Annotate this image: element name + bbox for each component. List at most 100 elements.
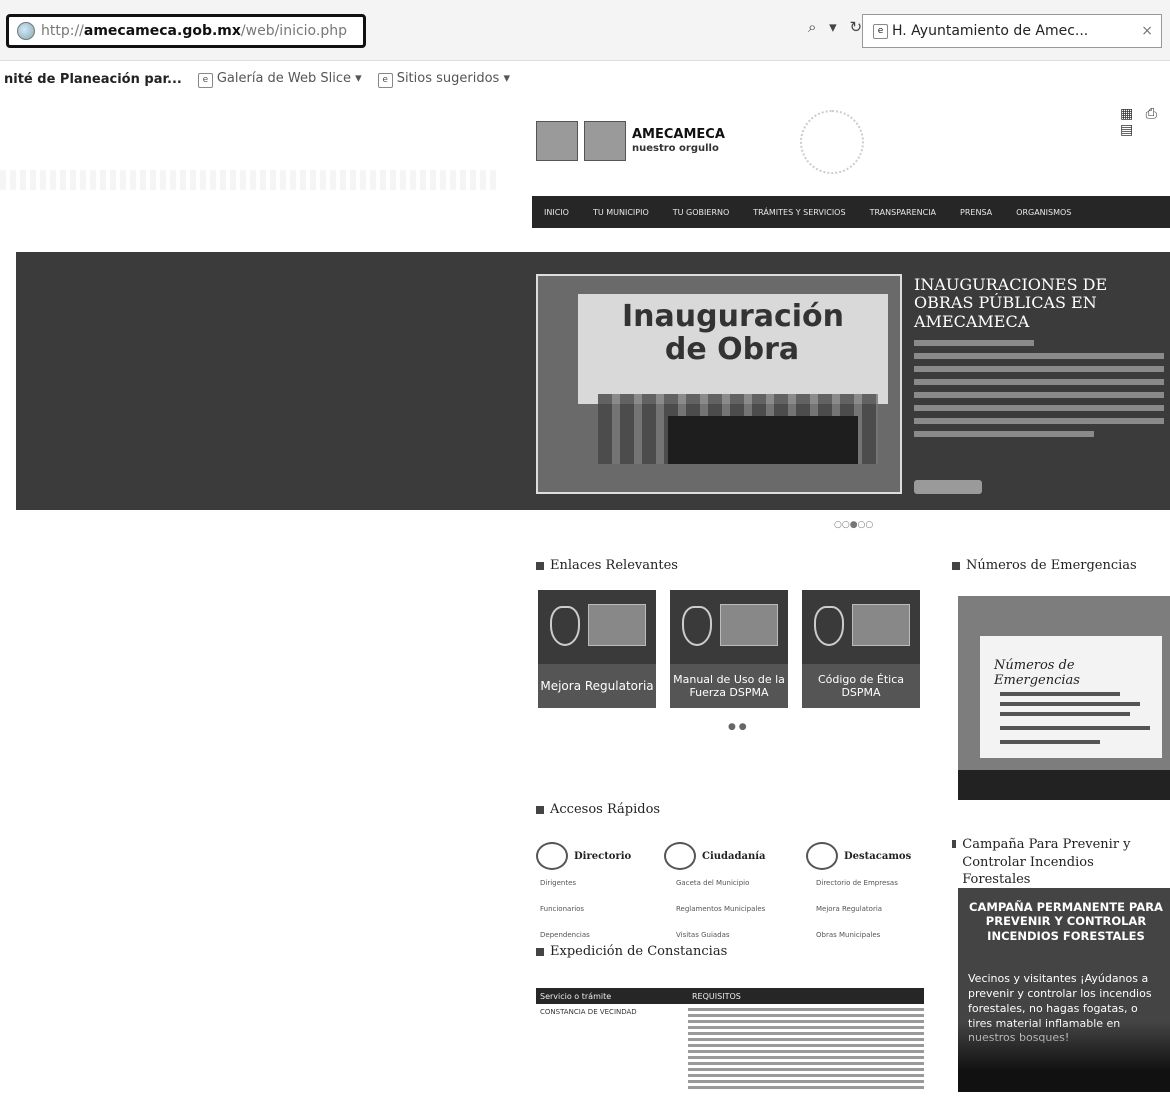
favorite-planeacion[interactable]: nité de Planeación par... bbox=[4, 72, 182, 87]
header-service: Servicio o trámite bbox=[540, 991, 612, 1001]
tab-title: H. Ayuntamiento de Amec... bbox=[892, 23, 1089, 39]
access-directorio[interactable]: Directorio bbox=[536, 842, 631, 870]
scan-noise bbox=[0, 170, 500, 190]
read-more-button[interactable] bbox=[914, 480, 982, 494]
list-item[interactable]: Funcionarios bbox=[540, 896, 590, 922]
constancias-table: Servicio o trámite REQUISITOS CONSTANCIA… bbox=[536, 988, 924, 1108]
shield-icon bbox=[550, 606, 580, 646]
card-manual-fuerza[interactable]: Manual de Uso de la Fuerza DSPMA bbox=[670, 590, 788, 708]
forest-silhouette bbox=[958, 1022, 1170, 1092]
amecameca-logo-icon bbox=[852, 604, 910, 646]
nav-tu-municipio[interactable]: TU MUNICIPIO bbox=[593, 208, 649, 217]
enlaces-title-text: Enlaces Relevantes bbox=[550, 558, 678, 573]
list-item[interactable]: Directorio de Empresas bbox=[816, 870, 898, 896]
share-icons[interactable]: ▦ ⎙ ▤ bbox=[1120, 106, 1170, 138]
row-service: CONSTANCIA DE VECINDAD bbox=[540, 1008, 637, 1016]
access-label: Ciudadanía bbox=[702, 850, 766, 862]
table-row: CONSTANCIA DE VECINDAD bbox=[536, 1004, 924, 1092]
search-refresh-controls[interactable]: ⌕ ▾ ↻ bbox=[808, 18, 866, 36]
favorites-bar: nité de Planeación par... e Galería de We… bbox=[0, 64, 1170, 94]
logo-emblem-icon bbox=[536, 121, 578, 161]
directorio-list: Dirigentes Funcionarios Dependencias bbox=[540, 870, 590, 948]
site-logo[interactable]: AMECAMECA nuestro orgullo bbox=[536, 118, 726, 164]
list-item[interactable]: Reglamentos Municipales bbox=[676, 896, 765, 922]
expedicion-title: Expedición de Constancias bbox=[536, 944, 727, 959]
favorite-sugeridos-label: Sitios sugeridos ▾ bbox=[396, 70, 510, 86]
accesos-title: Accesos Rápidos bbox=[536, 802, 660, 817]
hero-title[interactable]: INAUGURACIONES DE OBRAS PÚBLICAS EN AMEC… bbox=[914, 275, 1170, 331]
campania-title-text: Campaña Para Prevenir y Controlar Incend… bbox=[962, 837, 1131, 888]
square-icon bbox=[952, 561, 960, 570]
card-label: Mejora Regulatoria bbox=[538, 664, 656, 708]
nav-tramites[interactable]: TRÁMITES Y SERVICIOS bbox=[753, 208, 845, 217]
ie-icon: e bbox=[873, 23, 888, 39]
enlaces-title: Enlaces Relevantes bbox=[536, 558, 678, 573]
amecameca-logo-icon bbox=[720, 604, 778, 646]
ie-icon: e bbox=[197, 72, 213, 88]
expedicion-title-text: Expedición de Constancias bbox=[550, 944, 728, 959]
logo-church-icon bbox=[584, 121, 626, 161]
nav-organismos[interactable]: ORGANISMOS bbox=[1016, 208, 1071, 217]
emergency-paper-title: Números de Emergencias bbox=[994, 658, 1080, 688]
nav-prensa[interactable]: PRENSA bbox=[960, 208, 992, 217]
logo-title: AMECAMECA bbox=[632, 127, 725, 143]
emergency-footer bbox=[958, 770, 1170, 800]
access-destacamos[interactable]: Destacamos bbox=[806, 842, 911, 870]
ie-icon: e bbox=[377, 72, 393, 88]
table-header: Servicio o trámite REQUISITOS bbox=[536, 988, 924, 1004]
shield-icon bbox=[682, 606, 712, 646]
url-domain: amecameca.gob.mx bbox=[83, 23, 241, 39]
directory-icon bbox=[536, 842, 568, 870]
access-label: Destacamos bbox=[844, 850, 912, 862]
access-label: Directorio bbox=[574, 850, 632, 862]
logo-subtitle: nuestro orgullo bbox=[632, 142, 719, 154]
campania-image-head: CAMPAÑA PERMANENTE PARA PREVENIR Y CONTR… bbox=[969, 900, 1163, 943]
card-label: Manual de Uso de la Fuerza DSPMA bbox=[670, 664, 788, 708]
hero-image-headline: Inauguración de Obra bbox=[622, 299, 845, 367]
square-icon bbox=[952, 840, 957, 848]
url-protocol: http:// bbox=[41, 23, 84, 39]
square-icon bbox=[536, 805, 544, 814]
list-item[interactable]: Gaceta del Municipio bbox=[676, 870, 765, 896]
address-bar[interactable]: http:// amecameca.gob.mx /web/inicio.php bbox=[6, 14, 366, 48]
list-item[interactable]: Obras Municipales bbox=[816, 922, 898, 948]
card-mejora-regulatoria[interactable]: Mejora Regulatoria bbox=[538, 590, 656, 708]
hero-summary bbox=[914, 340, 1164, 444]
emergencias-title: Números de Emergencias bbox=[952, 558, 1137, 573]
access-ciudadania[interactable]: Ciudadanía bbox=[664, 842, 766, 870]
url-path: /web/inicio.php bbox=[240, 23, 347, 39]
browser-tab[interactable]: e H. Ayuntamiento de Amec... × bbox=[862, 14, 1162, 48]
square-icon bbox=[536, 947, 544, 956]
hero-image[interactable]: Inauguración de Obra bbox=[536, 274, 902, 494]
people-icon bbox=[664, 842, 696, 870]
seal-watermark bbox=[800, 110, 864, 174]
list-item[interactable]: Mejora Regulatoria bbox=[816, 896, 898, 922]
globe-icon bbox=[17, 22, 35, 40]
list-item[interactable]: Dirigentes bbox=[540, 870, 590, 896]
nav-inicio[interactable]: INICIO bbox=[544, 208, 569, 217]
nav-tu-gobierno[interactable]: TU GOBIERNO bbox=[673, 208, 730, 217]
favorite-web-slice-label: Galería de Web Slice ▾ bbox=[216, 70, 362, 86]
card-codigo-etica[interactable]: Código de Ética DSPMA bbox=[802, 590, 920, 708]
slider-dots[interactable]: ○○●○○ bbox=[834, 520, 873, 530]
campania-image[interactable]: CAMPAÑA PERMANENTE PARA PREVENIR Y CONTR… bbox=[958, 888, 1170, 1092]
ciudadania-list: Gaceta del Municipio Reglamentos Municip… bbox=[676, 870, 765, 948]
amecameca-logo-icon bbox=[588, 604, 646, 646]
square-icon bbox=[536, 561, 544, 570]
emergencias-image[interactable]: Números de Emergencias bbox=[958, 596, 1170, 800]
favorite-sugeridos[interactable]: e Sitios sugeridos ▾ bbox=[377, 70, 510, 88]
campania-title: Campaña Para Prevenir y Controlar Incend… bbox=[952, 836, 1162, 889]
favorite-web-slice[interactable]: e Galería de Web Slice ▾ bbox=[197, 70, 362, 88]
main-nav: INICIO TU MUNICIPIO TU GOBIERNO TRÁMITES… bbox=[532, 196, 1170, 228]
nav-transparencia[interactable]: TRANSPARENCIA bbox=[870, 208, 936, 217]
emergency-paper: Números de Emergencias bbox=[980, 636, 1162, 758]
hero-table bbox=[668, 416, 858, 464]
accesos-title-text: Accesos Rápidos bbox=[550, 802, 661, 817]
carousel-dots[interactable]: ● ● bbox=[728, 722, 747, 732]
close-icon[interactable]: × bbox=[1141, 23, 1153, 39]
card-label: Código de Ética DSPMA bbox=[802, 664, 920, 708]
shield-icon bbox=[814, 606, 844, 646]
row-requirements bbox=[688, 1008, 924, 1092]
emergencias-title-text: Números de Emergencias bbox=[966, 558, 1137, 573]
destacamos-list: Directorio de Empresas Mejora Regulatori… bbox=[816, 870, 898, 948]
